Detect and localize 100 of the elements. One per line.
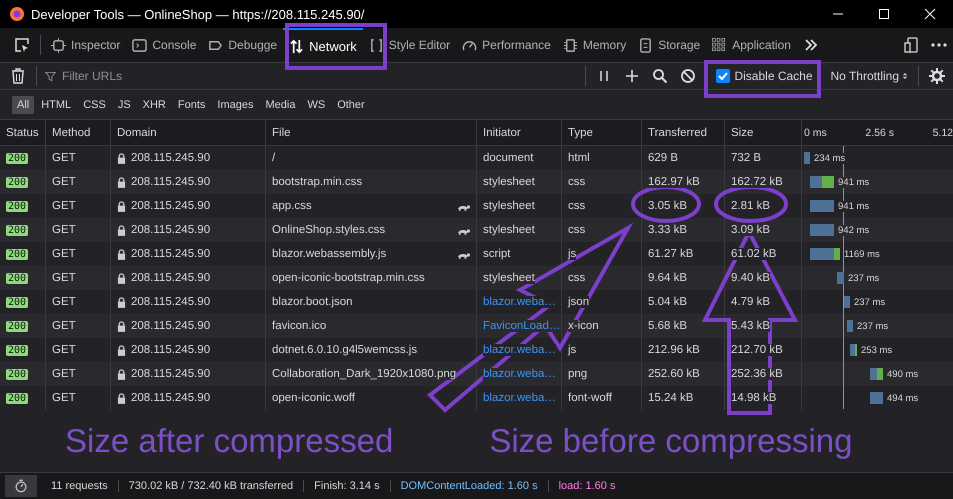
lock-icon <box>117 200 126 212</box>
column-header[interactable]: Method <box>52 126 90 138</box>
type-filter-button[interactable]: All <box>12 96 34 114</box>
method-text: GET <box>52 296 76 308</box>
domain-text: 208.115.245.90 <box>131 272 210 284</box>
settings-icon[interactable] <box>929 68 945 84</box>
waterfall-bar <box>847 320 853 332</box>
size-text: 252.36 kB <box>731 368 783 380</box>
size-text: 5.43 kB <box>731 320 770 332</box>
annotation-caption: Size before compressing <box>489 422 852 460</box>
chip-icon <box>562 38 578 52</box>
waterfall-bar <box>810 224 834 236</box>
transferred-text: 61.27 kB <box>648 248 694 260</box>
type-text: png <box>568 368 588 380</box>
type-text: font-woff <box>568 392 612 404</box>
initiator-text: document <box>483 152 534 164</box>
waterfall-bar <box>870 392 883 404</box>
type-text: css <box>568 224 586 236</box>
initiator-link[interactable]: FaviconLoad… <box>483 320 560 332</box>
column-header[interactable]: Status <box>6 126 39 138</box>
type-filter-button[interactable]: Images <box>212 96 258 114</box>
filter-urls-field[interactable]: Filter URLs <box>60 68 264 84</box>
annotation-caption: Size after compressed <box>65 422 394 460</box>
status-badge: 200 <box>6 296 28 308</box>
type-filter-button[interactable]: CSS <box>78 96 111 114</box>
domain-text: 208.115.245.90 <box>131 176 210 188</box>
column-header[interactable]: Domain <box>117 126 157 138</box>
domain-text: 208.115.245.90 <box>131 152 210 164</box>
waterfall-tick-label: 5.12 <box>932 126 953 138</box>
devtools-tab[interactable]: Console <box>126 28 202 62</box>
type-text: x-icon <box>568 320 599 332</box>
type-filter-button[interactable]: HTML <box>36 96 76 114</box>
type-text: html <box>568 152 590 164</box>
size-text: 14.98 kB <box>731 392 776 404</box>
timing-text: 253 ms <box>861 344 892 356</box>
devtools-tab[interactable]: Application <box>706 28 797 62</box>
type-filter-button[interactable]: WS <box>302 96 330 114</box>
devtools-tab[interactable]: Debugge <box>202 28 284 62</box>
method-text: GET <box>52 368 76 380</box>
column-header[interactable]: Type <box>568 126 593 138</box>
status-badge: 200 <box>6 200 28 212</box>
maximize-icon[interactable] <box>878 8 890 20</box>
type-filter-button[interactable]: JS <box>112 96 136 114</box>
transferred-text: 629 B <box>648 152 678 164</box>
search-icon[interactable] <box>652 68 668 84</box>
initiator-text: stylesheet <box>483 272 535 284</box>
transferred-summary: 730.02 kB / 732.40 kB transferred <box>118 480 304 492</box>
file-name: blazor.webassembly.js <box>272 248 386 260</box>
initiator-link[interactable]: blazor.weba… <box>483 368 556 380</box>
devtools-tab[interactable]: Memory <box>556 28 632 62</box>
file-name: open-iconic.woff <box>272 392 355 404</box>
initiator-link[interactable]: blazor.weba… <box>483 296 556 308</box>
type-text: json <box>568 296 590 308</box>
initiator-link[interactable]: blazor.weba… <box>483 392 556 404</box>
plus-icon[interactable] <box>624 68 640 84</box>
more-tabs-icon[interactable] <box>802 37 819 53</box>
type-filter-button[interactable]: Other <box>332 96 370 114</box>
column-header[interactable]: Transferred <box>648 126 708 138</box>
type-filter-button[interactable]: Media <box>260 96 300 114</box>
timing-text: 1169 ms <box>844 248 880 260</box>
close-icon[interactable] <box>924 8 936 20</box>
devtools-tab[interactable]: Inspector <box>45 28 126 62</box>
disable-cache-checkbox[interactable]: Disable Cache <box>712 67 817 85</box>
devtools-tab[interactable]: Performance <box>456 28 557 62</box>
lock-icon <box>117 248 126 260</box>
transferred-text: 5.68 kB <box>648 320 687 332</box>
method-text: GET <box>52 344 76 356</box>
responsive-design-icon[interactable] <box>903 37 919 53</box>
waterfall-bar <box>810 200 834 212</box>
trash-icon[interactable] <box>10 68 26 84</box>
load-time: load: 1.60 s <box>558 480 616 492</box>
finish-time: Finish: 3.14 s <box>304 480 391 492</box>
transferred-text: 9.64 kB <box>648 272 687 284</box>
type-text: js <box>568 248 576 260</box>
column-header[interactable]: Size <box>731 126 754 138</box>
domain-text: 208.115.245.90 <box>131 200 210 212</box>
block-icon[interactable] <box>680 68 696 84</box>
size-text: 61.02 kB <box>731 248 776 260</box>
initiator-text: stylesheet <box>483 176 535 188</box>
type-filter-button[interactable]: Fonts <box>172 96 210 114</box>
column-header[interactable]: Initiator <box>483 126 521 138</box>
status-badge: 200 <box>6 344 28 356</box>
domain-text: 208.115.245.90 <box>131 248 210 260</box>
timing-text: 490 ms <box>887 368 918 380</box>
up-down-arrows-icon <box>289 38 304 54</box>
initiator-link[interactable]: blazor.weba… <box>483 344 556 356</box>
domain-text: 208.115.245.90 <box>131 224 210 236</box>
lock-icon <box>117 296 126 308</box>
initiator-text: stylesheet <box>483 200 535 212</box>
type-filter-button[interactable]: XHR <box>138 96 171 114</box>
devtools-tab[interactable]: Storage <box>632 28 706 62</box>
timing-text: 942 ms <box>838 224 870 236</box>
stopwatch-icon[interactable] <box>5 475 37 497</box>
throttling-dropdown[interactable]: No Throttling <box>824 69 914 83</box>
devtools-tab[interactable]: Style Editor <box>362 28 456 62</box>
element-picker-icon[interactable] <box>14 37 30 53</box>
filter-icon <box>45 70 56 82</box>
window-title: Developer Tools — OnlineShop — https://208.115.245.90/ <box>31 6 364 22</box>
column-header[interactable]: File <box>272 126 291 138</box>
console-icon <box>132 38 148 52</box>
